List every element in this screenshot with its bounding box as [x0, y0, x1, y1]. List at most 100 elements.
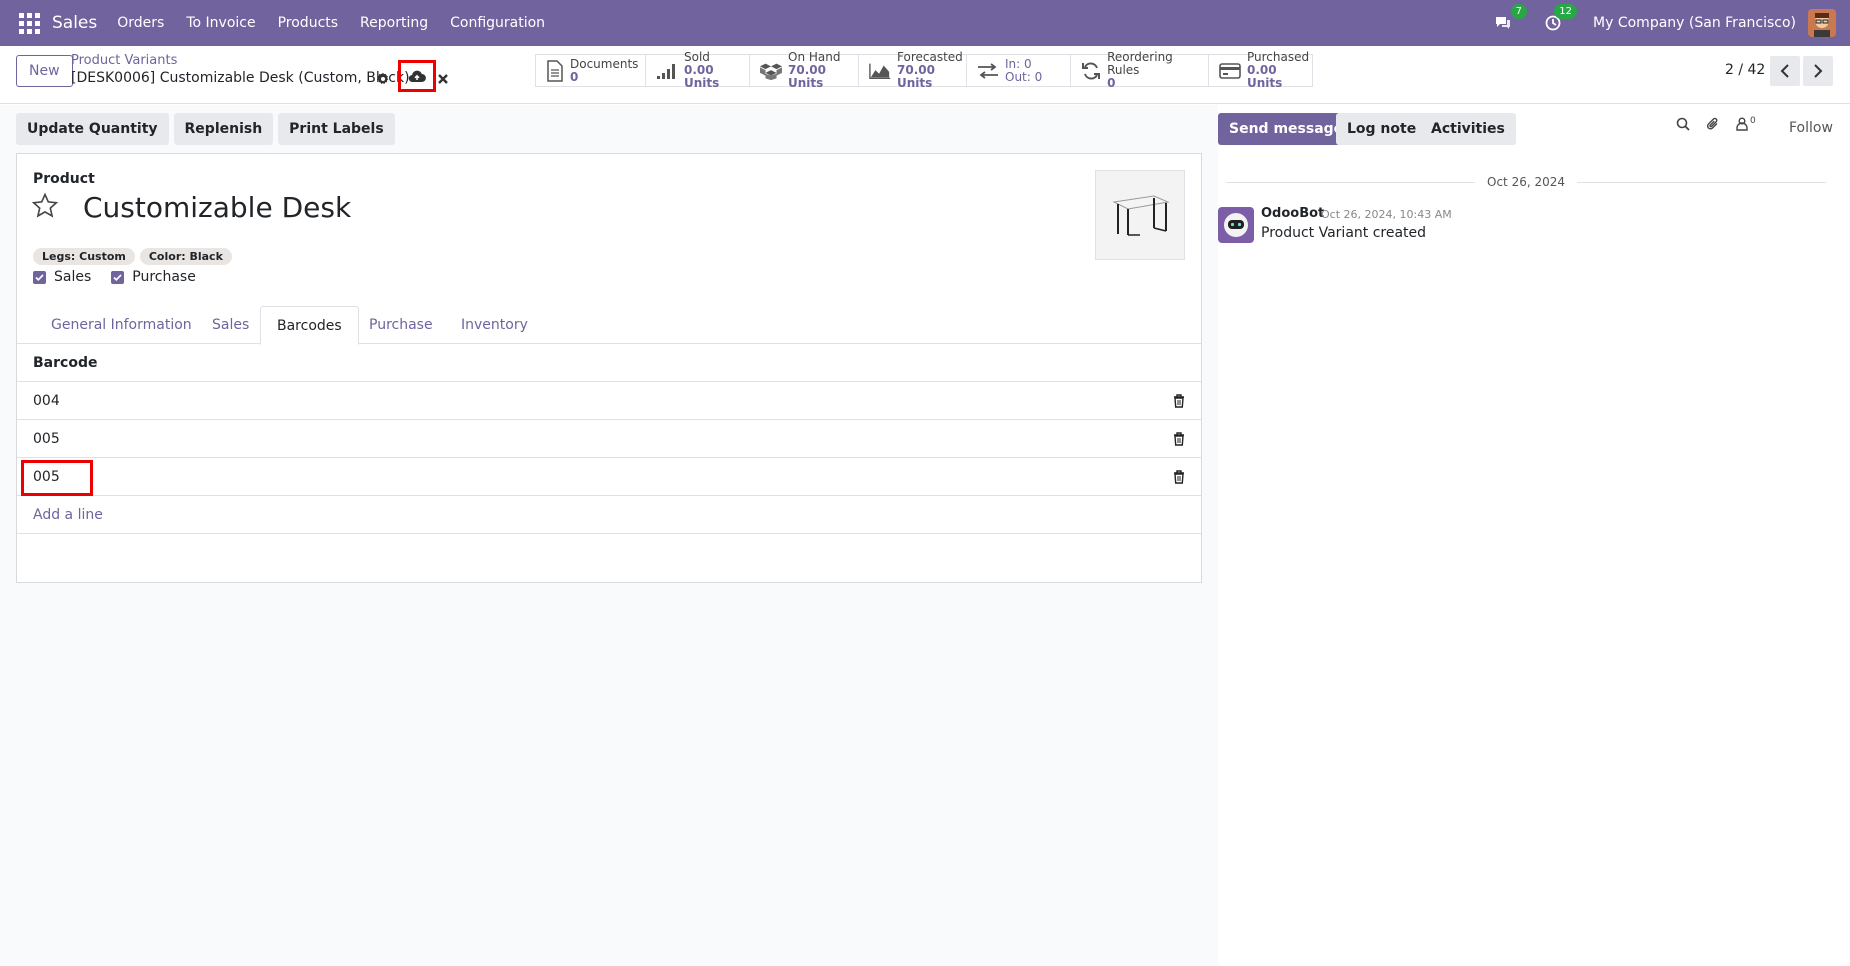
attribute-tags: Legs: Custom Color: Black [33, 248, 237, 265]
document-icon [546, 59, 564, 82]
tag-legs: Legs: Custom [33, 248, 135, 265]
message-body: Product Variant created [1261, 225, 1427, 241]
new-button[interactable]: New [16, 55, 73, 87]
trash-icon[interactable] [1173, 394, 1187, 408]
search-icon[interactable] [1676, 117, 1690, 135]
follow-button[interactable]: Follow [1789, 120, 1833, 136]
gear-icon[interactable] [376, 72, 392, 88]
cubes-icon [760, 60, 782, 82]
highlight-box [21, 460, 93, 496]
smart-buttons: Documents 0 Sold 0.00 Units On Hand 70.00 U… [535, 51, 1313, 90]
replenish-button[interactable]: Replenish [173, 113, 274, 145]
sales-checkbox-label: Sales [54, 269, 92, 285]
paperclip-icon[interactable] [1706, 117, 1720, 135]
trash-icon[interactable] [1173, 470, 1187, 484]
tab-purchase[interactable]: Purchase [353, 306, 449, 344]
in-out-smart-button[interactable]: In: 0 Out: 0 [967, 55, 1071, 86]
documents-value: 0 [570, 69, 579, 84]
form-sheet: Product Customizable Desk Legs: Custom C… [16, 153, 1202, 583]
forecasted-smart-button[interactable]: Forecasted 70.00 Units [859, 51, 967, 90]
out-value: Out: 0 [1005, 69, 1043, 84]
apps-menu-icon[interactable] [16, 10, 42, 36]
desk-image-icon [1112, 195, 1170, 236]
menu-configuration[interactable]: Configuration [450, 15, 545, 31]
chat-icon [1496, 17, 1511, 29]
table-row[interactable]: 005 [17, 458, 1201, 496]
followers-icon[interactable] [1736, 117, 1748, 135]
reordering-rules-smart-button[interactable]: Reordering Rules 0 [1071, 51, 1209, 90]
tab-sales[interactable]: Sales [196, 306, 265, 344]
print-labels-button[interactable]: Print Labels [278, 113, 395, 145]
documents-label: Documents [570, 56, 639, 71]
refresh-icon [1081, 60, 1101, 82]
product-flags: Sales Purchase [33, 269, 216, 285]
cloud-upload-icon [408, 70, 426, 83]
add-a-line-link[interactable]: Add a line [33, 507, 103, 523]
menu-reporting[interactable]: Reporting [360, 15, 428, 31]
followers-count: 0 [1750, 116, 1756, 126]
barcode-column-header[interactable]: Barcode [17, 344, 1201, 382]
sales-checkbox[interactable] [33, 270, 46, 284]
table-row[interactable]: 004 [17, 382, 1201, 420]
message-date: Oct 26, 2024, 10:43 AM [1321, 208, 1452, 221]
menu-products[interactable]: Products [278, 15, 338, 31]
messages-button[interactable]: 7 [1493, 4, 1528, 33]
in-value: In: 0 [1005, 56, 1032, 71]
signal-bars-icon [656, 60, 678, 82]
company-switcher[interactable]: My Company (San Francisco) [1593, 15, 1796, 31]
odoobot-avatar[interactable] [1218, 207, 1254, 243]
activities-button[interactable]: 12 [1543, 4, 1578, 33]
status-bar: Update Quantity Replenish Print Labels [16, 113, 400, 145]
send-message-button[interactable]: Send message [1218, 113, 1355, 145]
pager-value[interactable]: 2 / 42 [1725, 62, 1765, 78]
menu-orders[interactable]: Orders [117, 15, 164, 31]
date-separator-text: Oct 26, 2024 [1487, 175, 1565, 189]
on-hand-value: 70.00 Units [788, 63, 826, 90]
product-label: Product [33, 171, 95, 187]
breadcrumb-current: [DESK0006] Customizable Desk (Custom, Bl… [71, 70, 410, 86]
table-empty-space [17, 534, 1201, 582]
credit-card-icon [1219, 60, 1241, 82]
sold-value: 0.00 Units [684, 63, 720, 90]
barcode-cell[interactable]: 004 [33, 393, 60, 409]
tab-barcodes[interactable]: Barcodes [260, 306, 359, 345]
chevron-right-icon [1814, 64, 1823, 78]
update-quantity-button[interactable]: Update Quantity [16, 113, 169, 145]
menu-to-invoice[interactable]: To Invoice [186, 15, 255, 31]
product-name-field[interactable]: Customizable Desk [83, 191, 351, 224]
documents-smart-button[interactable]: Documents 0 [536, 55, 646, 86]
purchase-checkbox-label: Purchase [132, 269, 196, 285]
add-line-row: Add a line [17, 496, 1201, 534]
sold-smart-button[interactable]: Sold 0.00 Units [646, 51, 750, 90]
purchased-smart-button[interactable]: Purchased 0.00 Units [1209, 51, 1312, 90]
log-note-button[interactable]: Log note [1336, 113, 1428, 145]
activities-button-chatter[interactable]: Activities [1420, 113, 1516, 145]
close-icon [438, 74, 448, 84]
pager-previous-button[interactable] [1770, 56, 1800, 86]
trash-icon[interactable] [1173, 432, 1187, 446]
purchased-value: 0.00 Units [1247, 63, 1283, 90]
chevron-left-icon [1780, 64, 1789, 78]
activities-badge: 12 [1554, 4, 1578, 19]
barcode-cell[interactable]: 005 [33, 431, 60, 447]
discard-button[interactable] [437, 70, 449, 89]
tab-general-information[interactable]: General Information [35, 306, 208, 344]
breadcrumb-parent[interactable]: Product Variants [71, 53, 177, 68]
pager-next-button[interactable] [1803, 56, 1833, 86]
product-image[interactable] [1095, 170, 1185, 260]
messages-badge: 7 [1510, 4, 1528, 19]
date-separator: Oct 26, 2024 [1226, 174, 1826, 190]
reordering-value: 0 [1107, 76, 1116, 90]
tab-inventory[interactable]: Inventory [445, 306, 544, 344]
app-brand[interactable]: Sales [52, 13, 97, 33]
user-avatar[interactable] [1808, 9, 1836, 37]
message-author[interactable]: OdooBot [1261, 206, 1324, 221]
chatter-tools: 0 [1676, 116, 1756, 135]
star-icon[interactable] [31, 192, 59, 220]
on-hand-smart-button[interactable]: On Hand 70.00 Units [750, 51, 859, 90]
save-button[interactable] [398, 60, 436, 92]
top-navbar: Sales Orders To Invoice Products Reporti… [0, 0, 1850, 46]
table-row[interactable]: 005 [17, 420, 1201, 458]
form-area: Update Quantity Replenish Print Labels P… [0, 105, 1218, 966]
purchase-checkbox[interactable] [111, 270, 125, 284]
